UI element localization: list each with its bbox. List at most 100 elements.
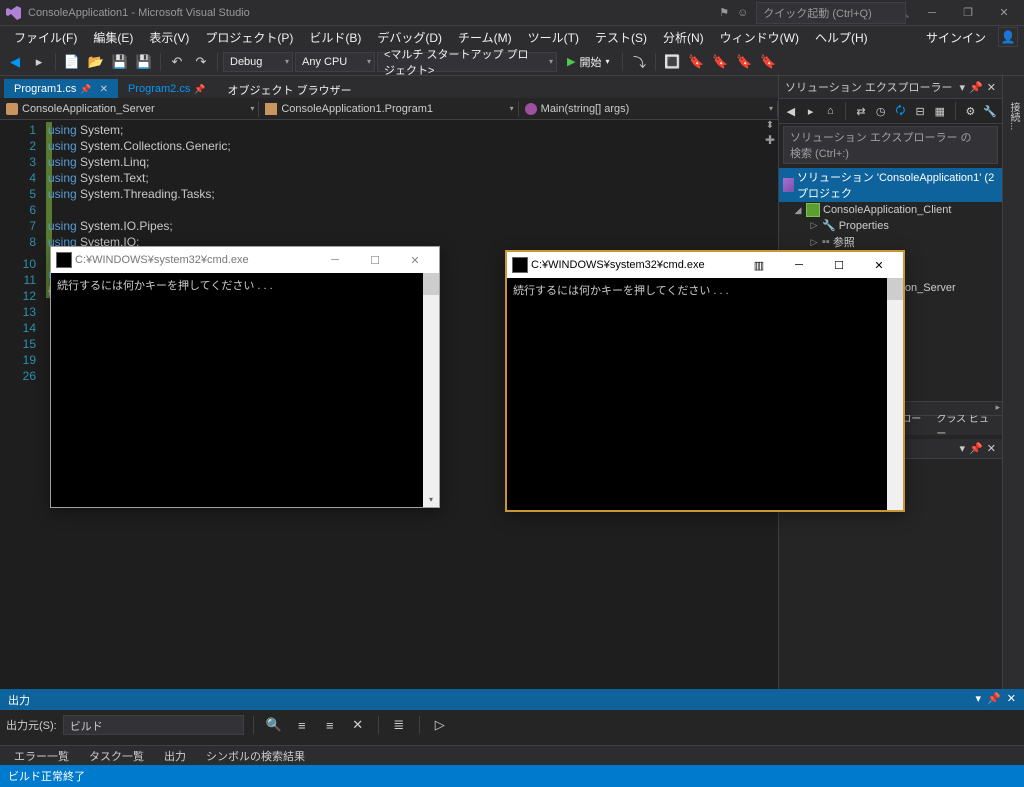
bookmark-icon[interactable]: 🔖 <box>685 51 707 73</box>
panel-dropdown-icon[interactable]: ▾ <box>960 442 966 455</box>
nav-scope-dropdown[interactable]: ConsoleApplication_Server <box>0 101 259 117</box>
menu-view[interactable]: 表示(V) <box>141 27 197 48</box>
navigate-back-button[interactable]: ◀ <box>4 51 26 73</box>
menu-project[interactable]: プロジェクト(P) <box>197 27 301 48</box>
se-home-icon[interactable]: ⌂ <box>822 102 838 120</box>
open-file-button[interactable]: 📂 <box>85 51 107 73</box>
tab-symbol-results[interactable]: シンボルの検索結果 <box>196 746 315 765</box>
menu-analyze[interactable]: 分析(N) <box>655 27 712 48</box>
output-next-icon[interactable]: ≡ <box>319 714 341 736</box>
vtab-connect[interactable]: 接続... <box>1004 96 1023 136</box>
se-sync-icon[interactable]: ⇄ <box>853 102 869 120</box>
menu-build[interactable]: ビルド(B) <box>301 27 369 48</box>
tree-properties[interactable]: ▷🔧Properties <box>779 218 1002 233</box>
se-preview-icon[interactable]: 🔧 <box>982 102 998 120</box>
add-icon[interactable]: ✚ <box>765 133 775 147</box>
cmd-close-button[interactable]: ✕ <box>397 250 433 270</box>
tab-error-list[interactable]: エラー一覧 <box>4 746 79 765</box>
notification-flag-icon[interactable]: ⚑ <box>719 6 729 19</box>
cmd-titlebar[interactable]: C:¥WINDOWS¥system32¥cmd.exe ─ ☐ ✕ <box>51 247 439 273</box>
redo-button[interactable]: ↷ <box>190 51 212 73</box>
tree-solution-node[interactable]: ソリューション 'ConsoleApplication1' (2 プロジェク <box>779 168 1002 202</box>
panel-close-icon[interactable]: ✕ <box>1007 692 1016 708</box>
bookmark-next-icon[interactable]: 🔖 <box>709 51 731 73</box>
cmd-minimize-button[interactable]: ─ <box>781 255 817 275</box>
platform-dropdown[interactable]: Any CPU <box>295 52 375 72</box>
se-search-input[interactable]: ソリューション エクスプローラー の検索 (Ctrl+:) <box>783 126 998 164</box>
menu-debug[interactable]: デバッグ(D) <box>369 27 450 48</box>
cmd-maximize-button[interactable]: ☐ <box>821 255 857 275</box>
tab-pin-icon[interactable]: 📌 <box>194 84 205 95</box>
menu-edit[interactable]: 編集(E) <box>85 27 141 48</box>
menu-window[interactable]: ウィンドウ(W) <box>712 27 807 48</box>
save-button[interactable]: 💾 <box>109 51 131 73</box>
cmd-body[interactable]: 続行するには何かキーを押してください . . . <box>507 278 903 510</box>
signin-avatar-icon[interactable]: 👤 <box>998 27 1018 47</box>
expand-arrow-icon[interactable]: ◢ <box>793 205 803 216</box>
config-dropdown[interactable]: Debug <box>223 52 293 72</box>
output-goto-icon[interactable]: 🔍 <box>263 714 285 736</box>
save-all-button[interactable]: 💾 <box>133 51 155 73</box>
tab-task-list[interactable]: タスク一覧 <box>79 746 154 765</box>
minimize-button[interactable]: ─ <box>918 3 946 23</box>
bookmark-clear-icon[interactable]: 🔖 <box>757 51 779 73</box>
cmd-opts-button[interactable]: ▥ <box>741 255 777 275</box>
tab-pin-icon[interactable]: 📌 <box>80 84 91 95</box>
panel-dropdown-icon[interactable]: ▾ <box>976 692 982 708</box>
tab-close-icon[interactable]: ✕ <box>100 84 108 95</box>
cmd-minimize-button[interactable]: ─ <box>317 250 353 270</box>
se-refresh-icon[interactable]: 🗘 <box>893 102 909 120</box>
panel-pin-icon[interactable]: 📌 <box>987 692 1001 708</box>
output-source-dropdown[interactable]: ビルド <box>63 715 244 735</box>
nav-class-dropdown[interactable]: ConsoleApplication1.Program1 <box>259 101 518 117</box>
restore-button[interactable]: ❐ <box>954 3 982 23</box>
tree-project-client[interactable]: ◢ConsoleApplication_Client <box>779 202 1002 218</box>
menu-team[interactable]: チーム(M) <box>450 27 520 48</box>
output-clear-icon[interactable]: ✕ <box>347 714 369 736</box>
feedback-icon[interactable]: ☺ <box>737 7 748 19</box>
panel-pin-icon[interactable]: 📌 <box>969 442 983 455</box>
signin-link[interactable]: サインイン <box>918 27 994 48</box>
cmd-close-button[interactable]: ✕ <box>861 255 897 275</box>
new-project-button[interactable]: 📄 <box>61 51 83 73</box>
expand-arrow-icon[interactable]: ▷ <box>809 237 819 248</box>
startup-project-dropdown[interactable]: <マルチ スタートアップ プロジェクト> <box>377 52 557 72</box>
cmd-window-2[interactable]: C:¥WINDOWS¥system32¥cmd.exe ▥ ─ ☐ ✕ 続行する… <box>505 250 905 512</box>
cmd-titlebar[interactable]: C:¥WINDOWS¥system32¥cmd.exe ▥ ─ ☐ ✕ <box>507 252 903 278</box>
tab-program2[interactable]: Program2.cs 📌 <box>118 79 216 98</box>
expand-arrow-icon[interactable]: ▷ <box>809 220 819 231</box>
menu-test[interactable]: テスト(S) <box>587 27 655 48</box>
panel-pin-icon[interactable]: 📌 <box>969 81 983 94</box>
panel-dropdown-icon[interactable]: ▾ <box>960 81 966 94</box>
panel-close-icon[interactable]: ✕ <box>987 442 996 455</box>
output-shell-icon[interactable]: ▷ <box>429 714 451 736</box>
panel-close-icon[interactable]: ✕ <box>987 81 996 94</box>
cmd-maximize-button[interactable]: ☐ <box>357 250 393 270</box>
cmd-window-1[interactable]: C:¥WINDOWS¥system32¥cmd.exe ─ ☐ ✕ 続行するには… <box>50 246 440 508</box>
split-view-icon[interactable]: ⬍ <box>766 120 774 131</box>
output-wrap-icon[interactable]: ≣ <box>388 714 410 736</box>
menu-file[interactable]: ファイル(F) <box>6 27 85 48</box>
se-pending-icon[interactable]: ◷ <box>873 102 889 120</box>
quick-launch-input[interactable]: クイック起動 (Ctrl+Q) <box>756 2 906 24</box>
cmd-body[interactable]: 続行するには何かキーを押してください . . . ▾ <box>51 273 439 507</box>
se-fwd-icon[interactable]: ▸ <box>803 102 819 120</box>
bookmark-prev-icon[interactable]: 🔖 <box>733 51 755 73</box>
se-back-icon[interactable]: ◀ <box>783 102 799 120</box>
step-button[interactable]: ⤵ <box>628 51 650 73</box>
undo-button[interactable]: ↶ <box>166 51 188 73</box>
se-showall-icon[interactable]: ▦ <box>932 102 948 120</box>
tab-output[interactable]: 出力 <box>154 746 196 765</box>
object-browser-label[interactable]: オブジェクト ブラウザー <box>228 82 352 98</box>
tree-references[interactable]: ▷▪▪参照 <box>779 233 1002 251</box>
se-collapse-icon[interactable]: ⊟ <box>912 102 928 120</box>
output-prev-icon[interactable]: ≡ <box>291 714 313 736</box>
menu-help[interactable]: ヘルプ(H) <box>807 27 876 48</box>
cmd-scrollbar[interactable] <box>887 278 903 510</box>
nav-member-dropdown[interactable]: Main(string[] args) <box>519 101 778 117</box>
cmd-scrollbar[interactable]: ▾ <box>423 273 439 507</box>
tab-program1[interactable]: Program1.cs 📌 ✕ <box>4 79 118 98</box>
start-debug-button[interactable]: ▶ 開始 ▾ <box>559 52 617 72</box>
navigate-fwd-button[interactable]: ▸ <box>28 51 50 73</box>
close-button[interactable]: ✕ <box>990 3 1018 23</box>
